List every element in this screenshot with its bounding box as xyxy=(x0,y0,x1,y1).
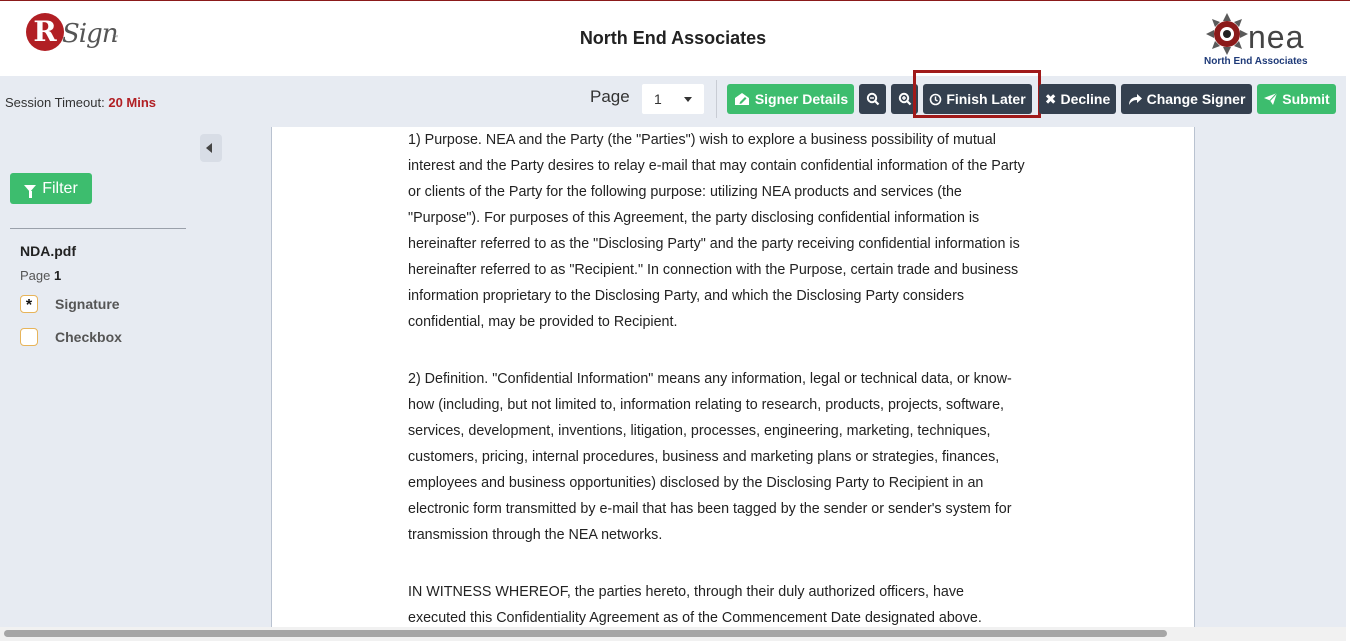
chevron-down-icon xyxy=(684,97,692,102)
page-prefix: Page xyxy=(20,268,51,283)
page-number: 1 xyxy=(54,268,62,283)
page-label: Page xyxy=(590,87,630,106)
signer-details-label: Signer Details xyxy=(754,91,849,107)
doc-line: transmission through the NEA networks. xyxy=(408,527,663,543)
document-viewer: 1) Purpose. NEA and the Party (the "Part… xyxy=(196,127,1346,627)
page-select[interactable]: 1 xyxy=(642,84,704,114)
doc-line: 2) Definition. "Confidential Information… xyxy=(408,371,1012,387)
doc-line: hereinafter referred to as the "Disclosi… xyxy=(408,236,1020,252)
doc-line: employees and business opportunities) di… xyxy=(408,475,984,491)
field-label: Signature xyxy=(55,296,120,312)
signer-details-button[interactable]: Signer Details xyxy=(727,84,854,114)
filter-icon xyxy=(24,185,37,198)
page-select-value: 1 xyxy=(654,91,662,107)
collapse-sidebar-button[interactable] xyxy=(200,134,222,162)
divider xyxy=(10,228,186,229)
zoom-in-icon xyxy=(898,92,911,106)
header: R Sign ™ North End Associates nea North … xyxy=(0,1,1350,76)
doc-line: electronic form transmitted by e-mail th… xyxy=(408,501,1012,517)
submit-label: Submit xyxy=(1282,91,1330,107)
company-logo-text: nea xyxy=(1248,19,1305,55)
doc-line: "Purpose"). For purposes of this Agreeme… xyxy=(408,210,980,226)
field-item-checkbox[interactable]: Checkbox xyxy=(20,327,122,347)
field-item-signature[interactable]: * Signature xyxy=(20,294,120,314)
decline-label: Decline xyxy=(1060,91,1111,107)
paper-plane-icon xyxy=(1264,92,1278,105)
decline-button[interactable]: ✖ Decline xyxy=(1039,84,1116,114)
field-label: Checkbox xyxy=(55,329,122,345)
session-timeout: Session Timeout: 20 Mins xyxy=(5,95,156,110)
finish-later-highlight xyxy=(913,70,1041,118)
doc-line: customers, pricing, internal procedures,… xyxy=(408,449,1000,465)
required-star-icon: * xyxy=(20,295,38,314)
doc-line: 1) Purpose. NEA and the Party (the "Part… xyxy=(408,132,996,148)
doc-line: or clients of the Party for the followin… xyxy=(408,184,962,200)
doc-line: IN WITNESS WHEREOF, the parties hereto, … xyxy=(408,584,964,600)
doc-line: information proprietary to the Disclosin… xyxy=(408,288,964,304)
close-icon: ✖ xyxy=(1044,90,1057,107)
file-name[interactable]: NDA.pdf xyxy=(20,243,76,259)
document-text: 1) Purpose. NEA and the Party (the "Part… xyxy=(408,127,1068,631)
session-timeout-label: Session Timeout: xyxy=(5,95,105,110)
checkbox-icon xyxy=(20,328,38,346)
doc-line: services, development, inventions, litig… xyxy=(408,423,991,439)
filter-button[interactable]: Filter xyxy=(10,173,92,204)
right-edge xyxy=(1346,76,1350,641)
zoom-out-button[interactable] xyxy=(859,84,886,114)
document-page: 1) Purpose. NEA and the Party (the "Part… xyxy=(271,127,1195,627)
zoom-out-icon xyxy=(866,92,879,106)
page-title: North End Associates xyxy=(579,28,767,48)
doc-line: confidential, may be provided to Recipie… xyxy=(408,314,678,330)
company-logo: nea North End Associates xyxy=(1200,11,1322,71)
sidebar: Filter NDA.pdf Page 1 * Signature Checkb… xyxy=(0,127,196,641)
submit-button[interactable]: Submit xyxy=(1257,84,1336,114)
filter-label: Filter xyxy=(42,179,78,197)
company-logo-subtitle: North End Associates xyxy=(1204,56,1308,67)
change-signer-label: Change Signer xyxy=(1146,91,1246,107)
toolbar: Session Timeout: 20 Mins Page 1 Signer D… xyxy=(0,70,1350,127)
gear-logo-icon xyxy=(1206,13,1248,55)
scrollbar-thumb[interactable] xyxy=(4,630,1167,637)
change-signer-button[interactable]: Change Signer xyxy=(1121,84,1252,114)
doc-line: hereinafter referred to as "Recipient." … xyxy=(408,262,1019,278)
horizontal-scrollbar[interactable] xyxy=(0,627,1346,641)
share-arrow-icon xyxy=(1128,93,1142,105)
session-timeout-value: 20 Mins xyxy=(108,95,157,110)
page-indicator: Page 1 xyxy=(20,268,61,283)
signer-edit-icon xyxy=(734,93,749,105)
doc-line: interest and the Party desires to relay … xyxy=(408,158,1025,174)
toolbar-divider xyxy=(716,80,717,118)
doc-line: how (including, but not limited to, info… xyxy=(408,397,1004,413)
